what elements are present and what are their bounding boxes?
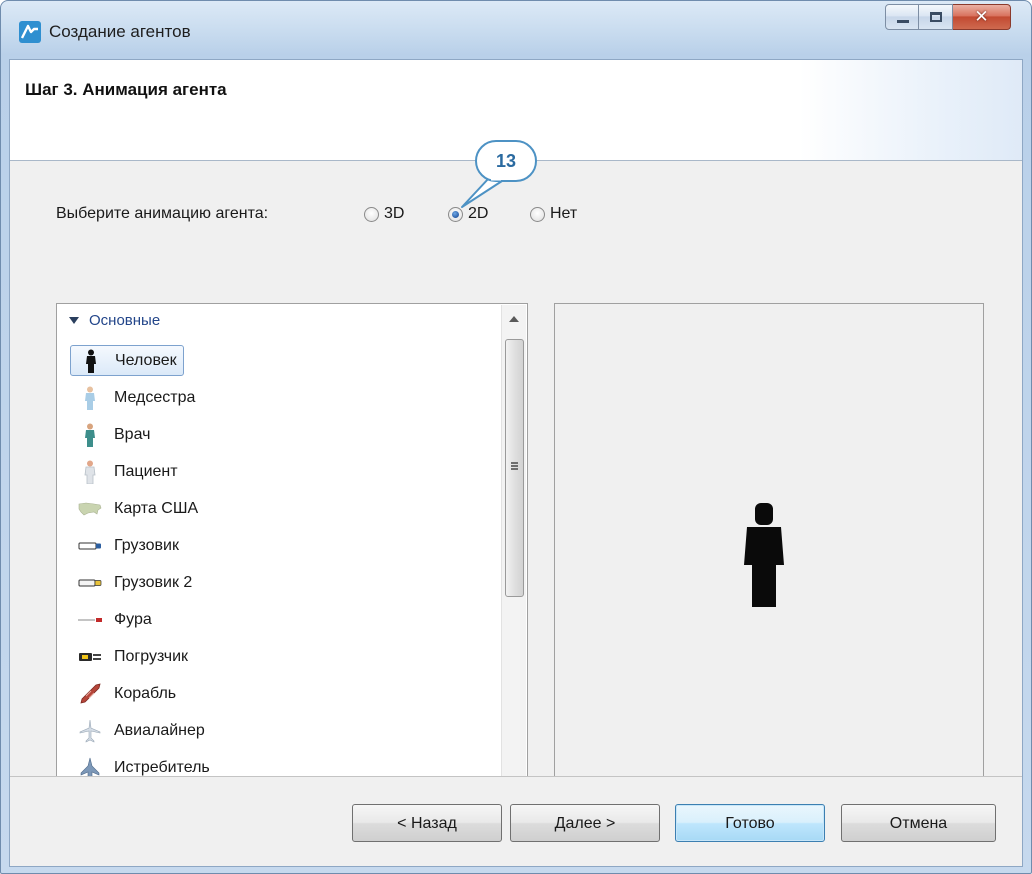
radio-3d[interactable]: 3D — [364, 205, 404, 223]
radio-3d-dot[interactable] — [364, 206, 379, 222]
nurse-icon — [78, 386, 102, 410]
airliner-icon — [78, 719, 102, 743]
doctor-icon — [78, 423, 102, 447]
wizard-footer: < Назад Далее > Готово Отмена — [10, 776, 1022, 866]
anylogic-app-icon — [19, 21, 41, 43]
usa-map-icon — [78, 497, 102, 521]
radio-none-dot[interactable] — [530, 206, 545, 222]
semi-truck-icon — [78, 608, 102, 632]
tree-item-forklift[interactable]: Погрузчик — [70, 641, 194, 672]
tree-item-label: Пациент — [114, 462, 178, 480]
tree-category-basic[interactable]: Основные — [69, 312, 160, 329]
scroll-grip-icon — [511, 462, 518, 464]
close-button[interactable]: ✕ — [953, 4, 1011, 30]
forklift-icon — [78, 645, 102, 669]
radio-2d[interactable]: 2D — [448, 205, 488, 223]
tree-category-label: Основные — [89, 312, 161, 329]
tree-item-label: Грузовик 2 — [114, 573, 193, 591]
tree-item-airliner[interactable]: Авиалайнер — [70, 715, 211, 746]
tree-item-truck[interactable]: Грузовик — [70, 530, 185, 561]
tree-item-label: Фура — [114, 610, 152, 628]
title-bar[interactable]: Создание агентов ✕ — [1, 1, 1031, 59]
wizard-window: Создание агентов ✕ Шаг 3. Анимация агент… — [0, 0, 1032, 874]
person-icon — [79, 349, 103, 373]
radio-none[interactable]: Нет — [530, 205, 577, 223]
truck-icon — [78, 534, 102, 558]
radio-3d-label: 3D — [384, 205, 405, 222]
tree-item-nurse[interactable]: Медсестра — [70, 382, 201, 413]
finish-button[interactable]: Готово — [675, 804, 825, 842]
tree-item-person[interactable]: Человек — [70, 345, 184, 376]
close-icon: ✕ — [974, 7, 989, 26]
scrollbar-thumb[interactable] — [505, 339, 524, 597]
window-title: Создание агентов — [49, 22, 191, 41]
minimize-icon — [897, 20, 909, 23]
tree-item-label: Человек — [115, 351, 177, 369]
tree-item-label: Авиалайнер — [114, 721, 205, 739]
maximize-icon — [930, 12, 942, 22]
tree-item-truck-2[interactable]: Грузовик 2 — [70, 567, 198, 598]
truck-2-icon — [78, 571, 102, 595]
tree-scrollbar[interactable] — [501, 305, 526, 798]
next-button[interactable]: Далее > — [510, 804, 660, 842]
cancel-button[interactable]: Отмена — [841, 804, 996, 842]
ship-icon — [78, 682, 102, 706]
scroll-up-arrow-icon[interactable] — [509, 316, 519, 322]
wizard-body: Выберите анимацию агента: 3D 2D Нет Осно… — [10, 161, 1022, 800]
patient-icon — [78, 460, 102, 484]
tree-item-label: Медсестра — [114, 388, 196, 406]
tree-item-label: Карта США — [114, 499, 199, 517]
animation-preview-panel — [554, 303, 984, 800]
expand-triangle-icon[interactable] — [69, 317, 79, 324]
tree-item-semi-truck[interactable]: Фура — [70, 604, 158, 635]
radio-2d-label: 2D — [468, 205, 489, 222]
person-silhouette-icon — [744, 503, 784, 607]
maximize-button[interactable] — [919, 4, 953, 30]
tree-item-label: Истребитель — [114, 758, 210, 776]
tree-item-ship[interactable]: Корабль — [70, 678, 182, 709]
back-button[interactable]: < Назад — [352, 804, 502, 842]
callout-badge: 13 — [475, 140, 537, 182]
tree-item-doctor[interactable]: Врач — [70, 419, 156, 450]
radio-2d-dot[interactable] — [448, 206, 463, 222]
tree-item-label: Врач — [114, 425, 151, 443]
animation-label: Выберите анимацию агента: — [56, 205, 269, 222]
step-title: Шаг 3. Анимация агента — [25, 80, 227, 99]
tree-item-label: Погрузчик — [114, 647, 189, 665]
window-controls: ✕ — [885, 4, 1011, 30]
minimize-button[interactable] — [885, 4, 919, 30]
radio-none-label: Нет — [550, 205, 578, 222]
tree-item-usa-map[interactable]: Карта США — [70, 493, 204, 524]
agent-type-tree[interactable]: Основные Человек Медсестра Врач Пациент … — [56, 303, 528, 800]
tree-item-patient[interactable]: Пациент — [70, 456, 184, 487]
tree-item-label: Грузовик — [114, 536, 179, 554]
tree-item-label: Корабль — [114, 684, 177, 702]
